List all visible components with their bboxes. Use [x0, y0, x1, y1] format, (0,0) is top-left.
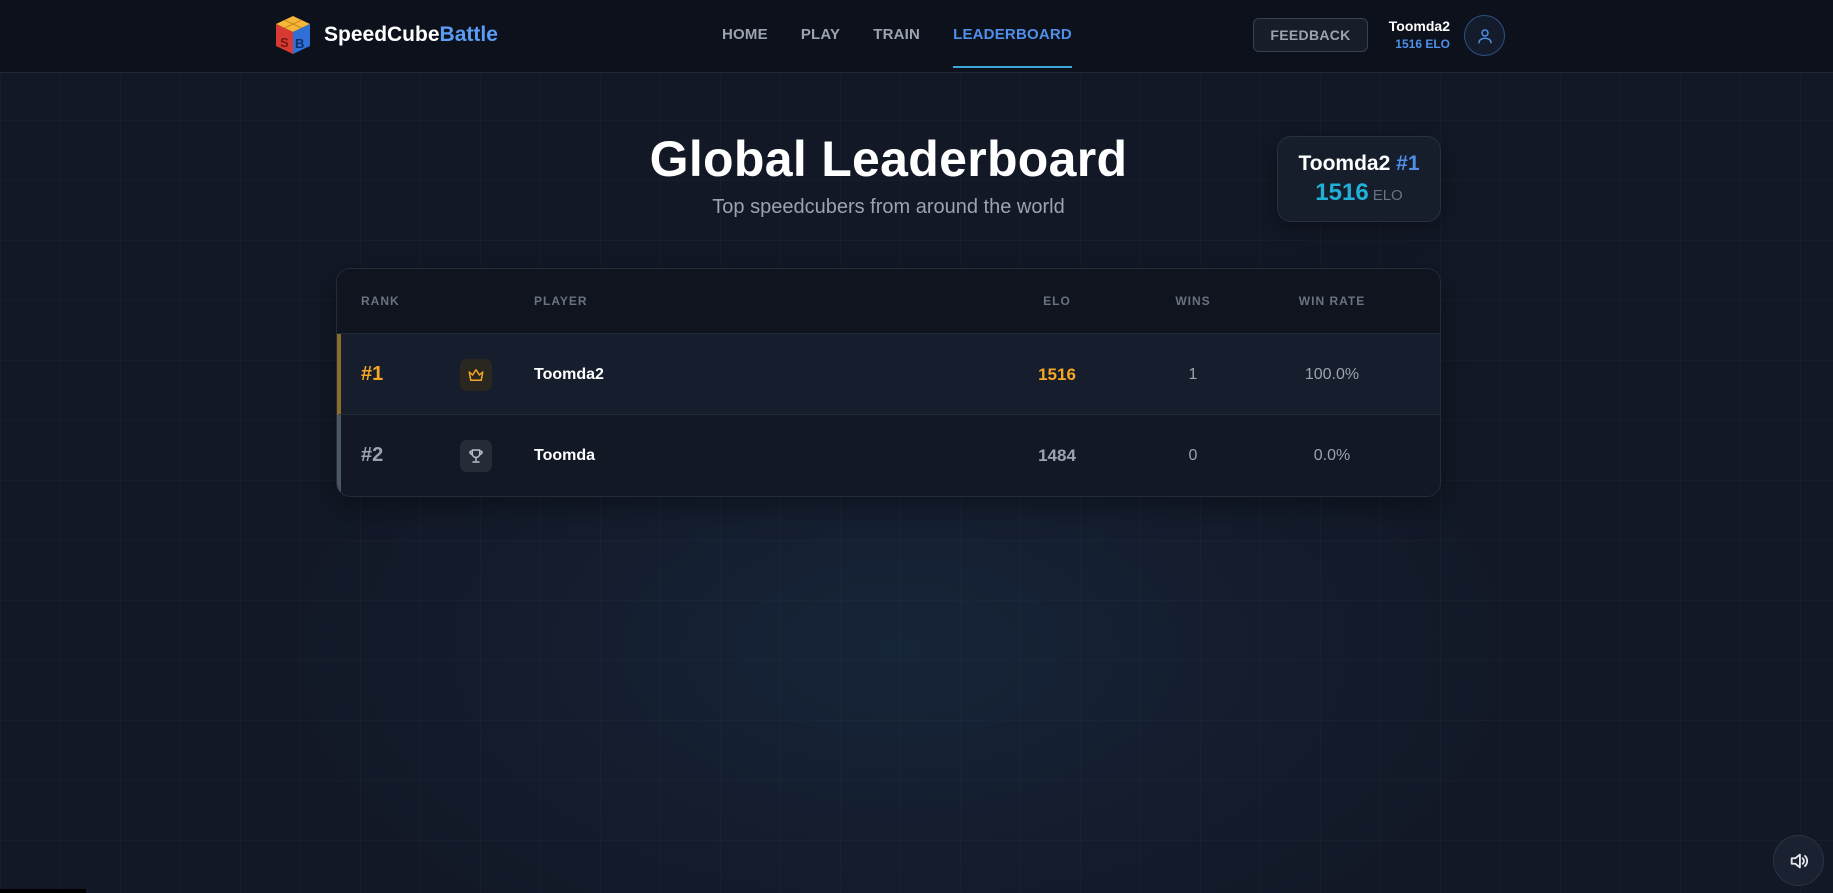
nav-train[interactable]: TRAIN: [873, 0, 920, 70]
table-row[interactable]: #2 Toomda 1484 0 0.0%: [337, 415, 1440, 496]
player-name-cell[interactable]: Toomda2: [534, 334, 604, 415]
brand-logo-link[interactable]: S B SpeedCubeBattle: [272, 14, 498, 56]
win-rate-cell: 100.0%: [1304, 365, 1360, 383]
table-row[interactable]: #1 Toomda2 1516 1 100.0%: [337, 334, 1440, 415]
column-header-wins: WINS: [1175, 294, 1211, 308]
elo-cell: 1484: [1038, 445, 1076, 465]
brand-name-main: SpeedCube: [324, 23, 440, 46]
nav-play[interactable]: PLAY: [801, 0, 840, 70]
my-rank-card: Toomda2 #1 1516 ELO: [1277, 136, 1441, 222]
column-header-rank: RANK: [361, 294, 400, 308]
top-nav-bar: S B SpeedCubeBattle HOME PLAY TRAIN LEAD…: [0, 0, 1833, 73]
feedback-button[interactable]: FEEDBACK: [1253, 18, 1368, 52]
my-rank-elo: 1516: [1315, 179, 1369, 206]
user-icon: [1477, 28, 1492, 43]
column-header-elo: ELO: [1043, 294, 1071, 308]
my-rank-elo-unit: ELO: [1372, 187, 1403, 204]
sound-toggle-button[interactable]: [1773, 835, 1824, 886]
column-header-player: PLAYER: [534, 294, 588, 308]
nav-leaderboard[interactable]: LEADERBOARD: [953, 0, 1072, 70]
leaderboard-table: RANK PLAYER ELO WINS WIN RATE #1 Toomda2…: [336, 268, 1441, 497]
nav-home[interactable]: HOME: [722, 0, 768, 70]
corner-bar: [0, 889, 86, 893]
brand-name-accent: Battle: [439, 23, 498, 46]
elo-cell: 1516: [1038, 364, 1076, 384]
user-summary[interactable]: Toomda2 1516 ELO: [1380, 18, 1450, 51]
rank-cell: #1: [361, 363, 384, 385]
speaker-icon: [1790, 853, 1808, 868]
table-header: RANK PLAYER ELO WINS WIN RATE: [337, 269, 1440, 334]
profile-avatar-button[interactable]: [1464, 15, 1505, 56]
brand-name: SpeedCubeBattle: [324, 23, 498, 47]
my-rank-name: Toomda2: [1298, 152, 1391, 175]
win-rate-cell: 0.0%: [1313, 446, 1351, 464]
svg-text:S: S: [280, 35, 289, 50]
page-subtitle: Top speedcubers from around the world: [712, 196, 1065, 218]
svg-text:B: B: [295, 36, 304, 51]
main-nav: HOME PLAY TRAIN LEADERBOARD: [722, 0, 1105, 70]
rank-icon-cell: [460, 334, 492, 415]
cube-logo-icon: S B: [276, 16, 310, 54]
my-rank-heading: Toomda2 #1: [1278, 152, 1440, 176]
trophy-icon: [460, 439, 492, 472]
page-title: Global Leaderboard: [649, 131, 1128, 187]
my-rank-elo-line: 1516 ELO: [1278, 179, 1440, 207]
column-header-win-rate: WIN RATE: [1298, 294, 1366, 308]
wins-cell: 1: [1188, 365, 1198, 383]
rank-cell: #2: [361, 444, 384, 466]
rank-icon-cell: [460, 415, 492, 496]
wins-cell: 0: [1188, 446, 1198, 464]
player-name-cell[interactable]: Toomda: [534, 415, 595, 496]
crown-icon: [460, 358, 492, 391]
user-name: Toomda2: [1388, 18, 1450, 34]
user-elo: 1516 ELO: [1395, 37, 1450, 51]
my-rank-position: #1: [1396, 152, 1420, 175]
